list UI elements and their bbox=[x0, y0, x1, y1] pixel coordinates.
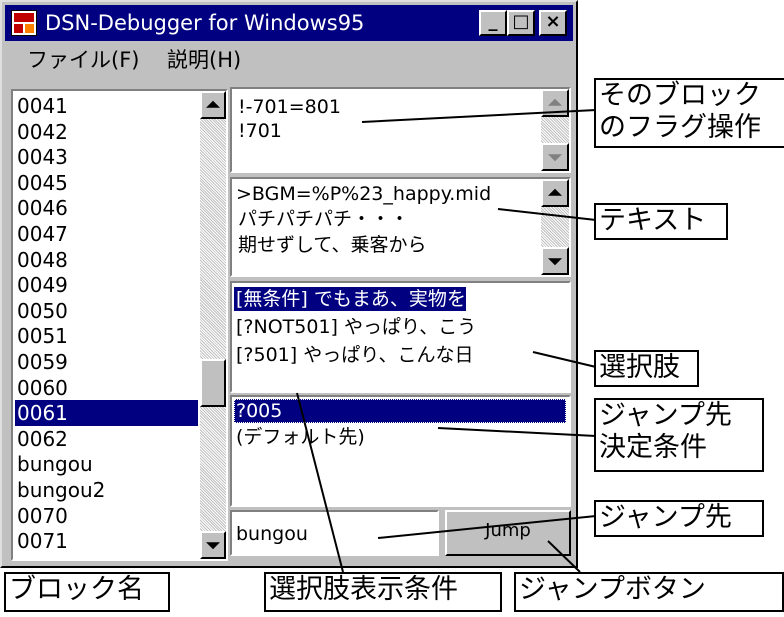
leader-jump-target bbox=[377, 515, 597, 539]
leader-jump-button bbox=[547, 540, 581, 573]
callout-jump-condition-line: ジャンプ先 bbox=[599, 400, 732, 431]
leader-choice-condition bbox=[296, 392, 344, 573]
callout-jump-target: ジャンプ先 bbox=[594, 500, 764, 537]
callout-flag-ops-line: そのブロック bbox=[599, 80, 761, 111]
leader-jump-condition bbox=[437, 427, 597, 437]
callout-jump-button: ジャンプボタン bbox=[514, 572, 784, 612]
leader-choices bbox=[532, 351, 597, 368]
callout-choice-condition: 選択肢表示条件 bbox=[264, 572, 502, 612]
callout-text: テキスト bbox=[594, 203, 728, 240]
callout-block-name: ブロック名 bbox=[4, 572, 170, 612]
callout-flag-ops: そのブロック のフラグ操作 bbox=[594, 78, 784, 148]
leader-flag-ops bbox=[361, 109, 597, 123]
callout-choices: 選択肢 bbox=[594, 350, 699, 387]
callout-flag-ops-line: のフラグ操作 bbox=[599, 112, 761, 143]
callout-jump-condition: ジャンプ先 決定条件 bbox=[594, 398, 764, 472]
callout-jump-condition-line: 決定条件 bbox=[599, 432, 707, 463]
leader-text bbox=[497, 208, 597, 221]
